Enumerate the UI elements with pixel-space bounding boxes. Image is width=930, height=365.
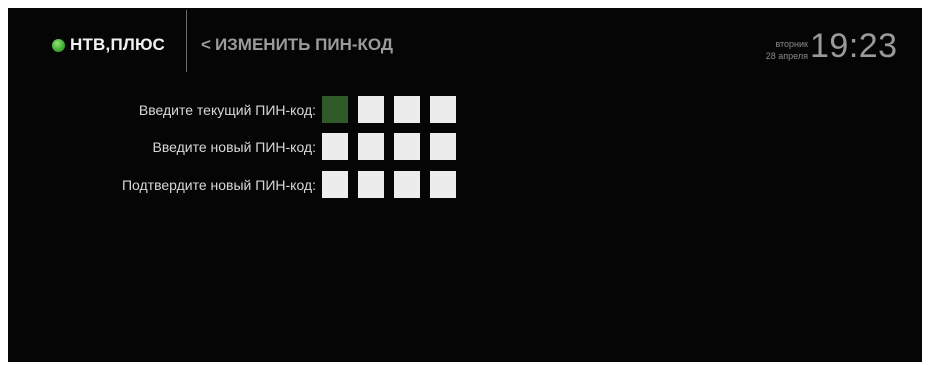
new-pin-row: Введите новый ПИН-код: [8, 133, 478, 161]
current-pin-digit-1[interactable] [322, 96, 348, 123]
confirm-pin-row: Подтвердите новый ПИН-код: [8, 171, 478, 199]
new-pin-digit-1[interactable] [322, 133, 348, 160]
current-pin-row: Введите текущий ПИН-код: [8, 96, 478, 124]
current-pin-digit-4[interactable] [430, 96, 456, 123]
confirm-pin-digit-2[interactable] [358, 171, 384, 198]
confirm-pin-digit-1[interactable] [322, 171, 348, 198]
pin-form: Введите текущий ПИН-код: Введите новый П… [8, 8, 922, 362]
new-pin-digit-3[interactable] [394, 133, 420, 160]
current-pin-label: Введите текущий ПИН-код: [138, 102, 316, 118]
confirm-pin-digit-4[interactable] [430, 171, 456, 198]
current-pin-digit-2[interactable] [358, 96, 384, 123]
confirm-pin-digit-3[interactable] [394, 171, 420, 198]
new-pin-digit-4[interactable] [430, 133, 456, 160]
current-pin-digit-3[interactable] [394, 96, 420, 123]
new-pin-label: Введите новый ПИН-код: [152, 139, 316, 155]
new-pin-digit-2[interactable] [358, 133, 384, 160]
tv-screen: НТВ,ПЛЮС < ИЗМЕНИТЬ ПИН-КОД вторник 28 ап… [8, 8, 922, 362]
confirm-pin-label: Подтвердите новый ПИН-код: [121, 177, 316, 193]
